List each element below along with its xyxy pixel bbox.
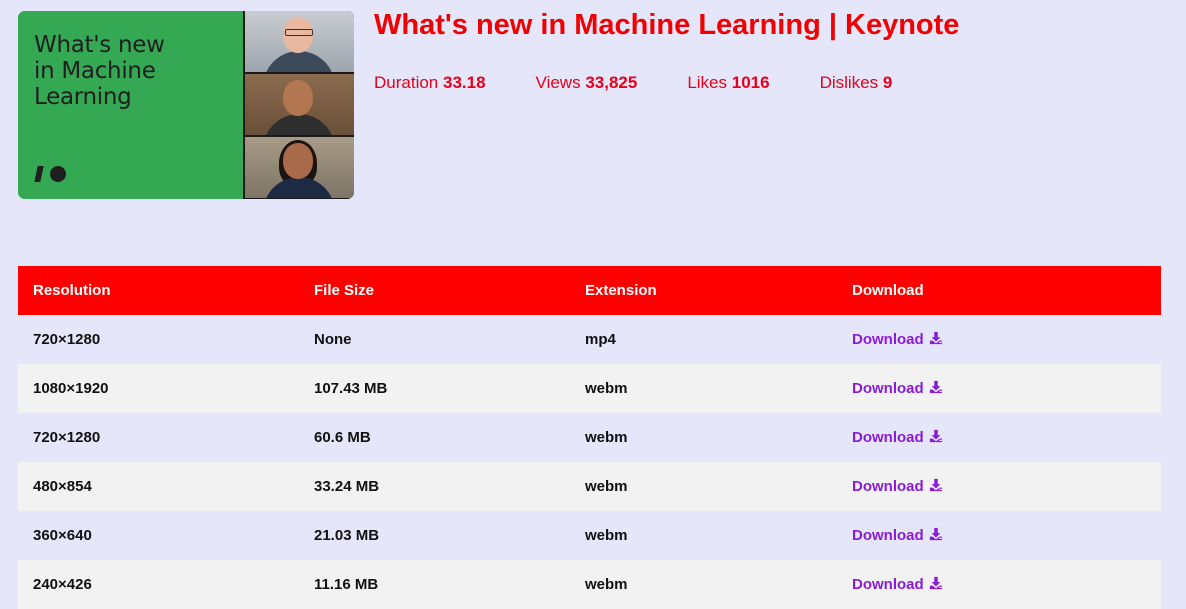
cell-extension: mp4 — [585, 331, 616, 348]
cell-resolution: 480×854 — [33, 478, 92, 495]
stat-label: Duration — [374, 73, 439, 92]
table-row: 720×1280 None mp4 Download — [18, 315, 1161, 364]
thumbnail-title: What's new in Machine Learning — [34, 32, 165, 110]
download-icon — [929, 478, 943, 492]
stat-duration: Duration 33.18 — [374, 73, 486, 93]
cell-extension: webm — [585, 380, 628, 397]
header-download: Download — [852, 282, 924, 299]
stat-label: Views — [535, 73, 581, 92]
cell-download: Download — [837, 413, 1161, 462]
download-link-label: Download — [852, 429, 924, 446]
download-link-label: Download — [852, 478, 924, 495]
video-stats: Duration 33.18 Views 33,825 Likes 1016 D… — [374, 73, 942, 93]
cell-file-size: 21.03 MB — [314, 527, 380, 544]
stat-likes: Likes 1016 — [687, 73, 769, 93]
table-body: 720×1280 None mp4 Download 1080×1920 107.43 M… — [18, 315, 1161, 609]
cell-file-size: None — [314, 331, 352, 348]
stat-label: Likes — [687, 73, 728, 92]
download-table: Resolution File Size Extension Download … — [18, 266, 1161, 609]
table-row: 480×854 33.24 MB webm Download — [18, 462, 1161, 511]
download-link-label: Download — [852, 576, 924, 593]
speaker-tile — [245, 11, 354, 72]
speaker-tiles — [243, 11, 354, 199]
video-title: What's new in Machine Learning | Keynote — [374, 9, 960, 41]
table-row: 1080×1920 107.43 MB webm Download — [18, 364, 1161, 413]
cell-download: Download — [837, 315, 1161, 364]
download-table-container: Resolution File Size Extension Download … — [18, 266, 1161, 609]
download-icon — [929, 331, 943, 345]
download-icon — [929, 576, 943, 590]
cell-file-size: 107.43 MB — [314, 380, 388, 397]
cell-resolution: 240×426 — [33, 576, 92, 593]
cell-download: Download — [837, 364, 1161, 413]
download-link-label: Download — [852, 380, 924, 397]
download-link[interactable]: Download — [852, 380, 943, 397]
header-extension: Extension — [585, 282, 657, 299]
table-row: 240×426 11.16 MB webm Download — [18, 560, 1161, 609]
cell-file-size: 60.6 MB — [314, 429, 371, 446]
video-thumbnail: What's new in Machine Learning — [18, 11, 354, 199]
cell-file-size: 33.24 MB — [314, 478, 380, 495]
cell-download: Download — [837, 462, 1161, 511]
cell-extension: webm — [585, 478, 628, 495]
speaker-tile — [245, 137, 354, 198]
cell-resolution: 720×1280 — [33, 429, 101, 446]
download-link[interactable]: Download — [852, 331, 943, 348]
download-link[interactable]: Download — [852, 576, 943, 593]
cell-resolution: 360×640 — [33, 527, 92, 544]
cell-extension: webm — [585, 576, 628, 593]
download-icon — [929, 380, 943, 394]
header-file-size: File Size — [314, 282, 375, 299]
download-link[interactable]: Download — [852, 429, 943, 446]
cell-download: Download — [837, 560, 1161, 609]
stat-value: 33.18 — [443, 73, 486, 92]
download-link-label: Download — [852, 527, 924, 544]
cell-resolution: 720×1280 — [33, 331, 101, 348]
io-logo — [34, 165, 70, 183]
stat-value: 1016 — [731, 73, 770, 92]
speaker-tile — [245, 74, 354, 135]
header-resolution: Resolution — [33, 282, 111, 299]
download-link[interactable]: Download — [852, 478, 943, 495]
stat-label: Dislikes — [819, 73, 879, 92]
stat-value: 33,825 — [585, 73, 638, 92]
stat-dislikes: Dislikes 9 — [820, 73, 893, 93]
download-link[interactable]: Download — [852, 527, 943, 544]
cell-extension: webm — [585, 527, 628, 544]
cell-resolution: 1080×1920 — [33, 380, 109, 397]
cell-download: Download — [837, 511, 1161, 560]
table-header-row: Resolution File Size Extension Download — [18, 266, 1161, 315]
cell-file-size: 11.16 MB — [314, 576, 379, 593]
download-link-label: Download — [852, 331, 924, 348]
download-icon — [929, 429, 943, 443]
stat-value: 9 — [882, 73, 893, 92]
download-icon — [929, 527, 943, 541]
cell-extension: webm — [585, 429, 628, 446]
table-row: 360×640 21.03 MB webm Download — [18, 511, 1161, 560]
table-row: 720×1280 60.6 MB webm Download — [18, 413, 1161, 462]
stat-views: Views 33,825 — [536, 73, 638, 93]
thumbnail-title-panel: What's new in Machine Learning — [18, 11, 243, 199]
